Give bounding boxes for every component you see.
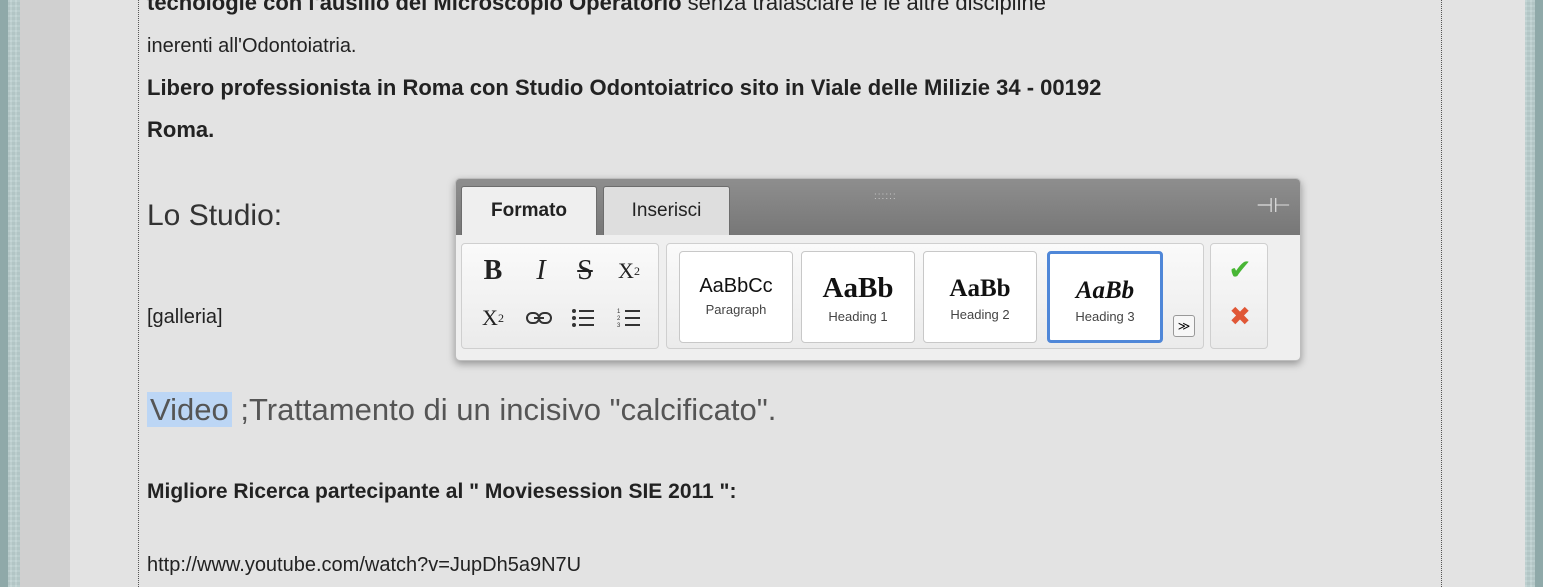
- style-heading-2-sample: AaBb: [949, 275, 1011, 302]
- subscript-base: X: [618, 258, 634, 283]
- numbered-list-icon: 123: [617, 309, 640, 329]
- svg-text:3: 3: [617, 323, 621, 329]
- subscript-small: 2: [633, 263, 640, 278]
- cut-paragraph-line[interactable]: tecnologie con l'ausilio del Microscopio…: [147, 0, 1046, 16]
- basic-formatting-group: B I S X2 X2 123: [461, 243, 659, 349]
- drag-grip-icon[interactable]: ::::::: [874, 191, 897, 202]
- tab-inserisci[interactable]: Inserisci: [603, 186, 730, 235]
- style-paragraph-label: Paragraph: [705, 302, 767, 317]
- svg-text:2: 2: [617, 316, 621, 322]
- paragraph-inerenti[interactable]: inerenti all'Odontoiatria.: [147, 35, 357, 58]
- more-styles-button[interactable]: ≫: [1173, 315, 1195, 337]
- style-paragraph[interactable]: AaBbCc Paragraph: [679, 251, 793, 343]
- pin-icon[interactable]: ⊣⊢: [1256, 193, 1291, 218]
- formatting-toolbar: Formato Inserisci :::::: ⊣⊢ B I S X2 X2 …: [455, 178, 1301, 361]
- galleria-shortcode[interactable]: [galleria]: [147, 306, 223, 329]
- heading-lo-studio[interactable]: Lo Studio:: [147, 199, 282, 233]
- style-heading-2[interactable]: AaBb Heading 2: [923, 251, 1037, 343]
- link-icon: [526, 312, 552, 324]
- toolbar-header[interactable]: Formato Inserisci :::::: ⊣⊢: [456, 179, 1300, 235]
- svg-text:1: 1: [617, 309, 621, 315]
- superscript-base: X: [482, 305, 498, 330]
- actions-group: ✔ ✖: [1210, 243, 1268, 349]
- cut-bold-text: tecnologie con l'ausilio del Microscopio…: [147, 0, 682, 15]
- paragraph-roma[interactable]: Roma.: [147, 117, 214, 143]
- tab-formato[interactable]: Formato: [461, 186, 597, 235]
- paragraph-migliore-ricerca[interactable]: Migliore Ricerca partecipante al " Movie…: [147, 480, 737, 504]
- bold-button[interactable]: B: [476, 254, 510, 288]
- style-heading-1-sample: AaBb: [822, 272, 894, 304]
- video-title-text: ;Trattamento di un incisivo "calcificato…: [231, 392, 777, 427]
- video-heading[interactable]: Video ;Trattamento di un incisivo "calci…: [147, 392, 776, 428]
- superscript-small: 2: [497, 310, 504, 325]
- numbered-list-button[interactable]: 123: [612, 301, 646, 335]
- confirm-check-icon[interactable]: ✔: [1223, 252, 1257, 286]
- style-paragraph-sample: AaBbCc: [699, 275, 773, 297]
- subscript-button[interactable]: X2: [612, 254, 646, 288]
- style-heading-1-label: Heading 1: [828, 309, 888, 324]
- selected-text-video[interactable]: Video: [147, 392, 232, 427]
- cancel-cross-icon[interactable]: ✖: [1223, 299, 1257, 333]
- italic-button[interactable]: I: [524, 254, 558, 288]
- superscript-button[interactable]: X2: [476, 301, 510, 335]
- style-heading-3-label: Heading 3: [1075, 309, 1135, 324]
- paragraph-libero-professionista[interactable]: Libero professionista in Roma con Studio…: [147, 75, 1101, 101]
- bullet-list-button[interactable]: [566, 301, 600, 335]
- youtube-url[interactable]: http://www.youtube.com/watch?v=JupDh5a9N…: [147, 554, 581, 577]
- cut-normal-text: senza tralasciare le le altre discipline: [681, 0, 1046, 15]
- style-heading-2-label: Heading 2: [950, 307, 1010, 322]
- bullet-list-icon: [572, 309, 594, 327]
- link-button[interactable]: [522, 301, 556, 335]
- style-heading-3-sample: AaBb: [1075, 277, 1135, 304]
- style-heading-1[interactable]: AaBb Heading 1: [801, 251, 915, 343]
- page-gutter: [20, 0, 70, 587]
- styles-group: AaBbCc Paragraph AaBb Heading 1 AaBb Hea…: [666, 243, 1204, 349]
- style-heading-3[interactable]: AaBb Heading 3: [1047, 251, 1163, 343]
- strikethrough-button[interactable]: S: [568, 254, 602, 288]
